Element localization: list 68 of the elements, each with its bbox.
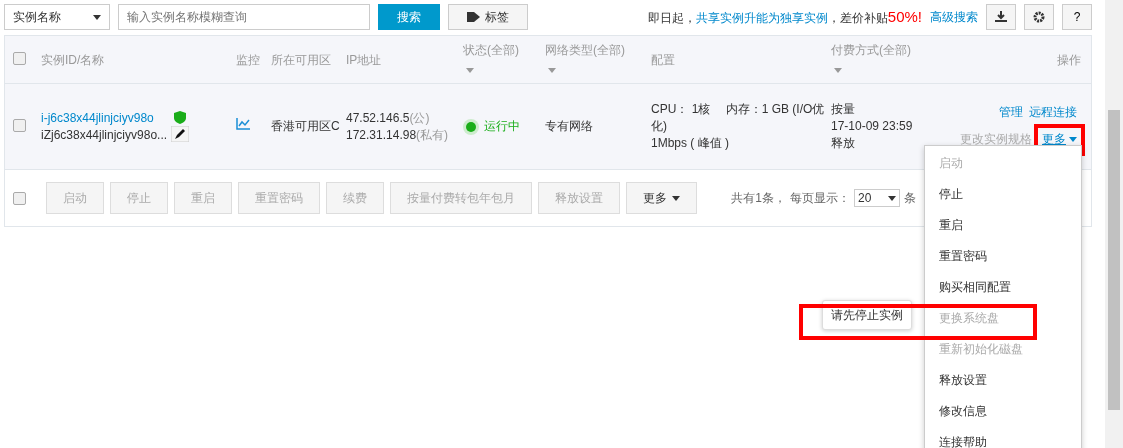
config-text: CPU： 1核 内存：1 GB (I/O优化) <box>651 101 825 135</box>
page-size-select[interactable]: 20 <box>854 189 900 207</box>
private-ip: 172.31.14.98(私有) <box>346 126 450 144</box>
menu-item[interactable]: 更换系统盘 <box>925 303 1081 334</box>
caret-icon <box>672 195 680 201</box>
config-text: 1Mbps ( 峰值 ) <box>651 135 730 152</box>
menu-item[interactable]: 重新初始化磁盘 <box>925 334 1081 365</box>
release-time: 17-10-09 23:59释放 <box>831 118 914 152</box>
batch-action-button[interactable]: 更多 <box>626 182 697 214</box>
column-header: 配置 <box>651 51 676 69</box>
column-header: 所在可用区 <box>271 51 332 69</box>
column-header: IP地址 <box>346 51 383 69</box>
column-header: 实例ID/名称 <box>41 51 106 69</box>
download-icon <box>995 11 1007 23</box>
instance-name: iZj6c38x44jlinjciyv98o... <box>41 126 168 144</box>
help-button[interactable]: ? <box>1062 4 1092 30</box>
menu-item[interactable]: 重启 <box>925 210 1081 241</box>
caret-icon <box>888 195 896 201</box>
public-ip: 47.52.146.5(公) <box>346 109 431 127</box>
batch-action-button[interactable]: 续费 <box>326 182 384 214</box>
row-checkbox[interactable] <box>13 118 26 132</box>
search-button[interactable]: 搜索 <box>378 4 440 30</box>
settings-button[interactable] <box>1024 4 1054 30</box>
menu-item[interactable]: 重置密码 <box>925 241 1081 272</box>
menu-item[interactable]: 启动 <box>925 148 1081 179</box>
status-text: 运行中 <box>484 118 520 135</box>
column-header[interactable]: 付费方式(全部) <box>831 39 925 80</box>
select-all-checkbox[interactable] <box>13 51 26 65</box>
shield-icon <box>174 111 187 124</box>
promo-notice: 即日起，共享实例升能为独享实例，差价补贴50%! <box>647 7 922 27</box>
batch-action-button[interactable]: 按量付费转包年包月 <box>390 182 532 214</box>
page-size-label: 每页显示： <box>790 189 850 207</box>
chart-icon[interactable] <box>236 118 250 130</box>
batch-action-button[interactable]: 重置密码 <box>238 182 320 214</box>
menu-item[interactable]: 购买相同配置 <box>925 272 1081 303</box>
filter-select[interactable]: 实例名称 <box>4 4 110 30</box>
tag-icon <box>467 11 481 23</box>
action-link[interactable]: 远程连接 <box>1029 104 1077 121</box>
column-header: 监控 <box>236 51 261 69</box>
menu-item[interactable]: 连接帮助 <box>925 427 1081 448</box>
menu-item[interactable]: 修改信息 <box>925 396 1081 427</box>
network-cell-text: 专有网络 <box>545 118 594 135</box>
search-field[interactable]: 输入实例名称模糊查询 <box>118 4 370 30</box>
column-header[interactable]: 网络类型(全部) <box>545 39 651 80</box>
edit-icon[interactable] <box>171 126 190 142</box>
action-link[interactable]: 更改实例规格 <box>960 131 1032 148</box>
action-link[interactable]: 管理 <box>999 104 1023 121</box>
column-header[interactable]: 状态(全部) <box>463 39 545 80</box>
menu-item[interactable]: 停止 <box>925 179 1081 210</box>
batch-action-button[interactable]: 重启 <box>174 182 232 214</box>
scrollbar-thumb[interactable] <box>1108 110 1120 410</box>
tag-button[interactable]: 标签 <box>448 4 528 30</box>
payment-type: 按量 <box>831 101 856 118</box>
batch-action-button[interactable]: 停止 <box>110 182 168 214</box>
more-link[interactable]: 更多 <box>1042 132 1077 146</box>
select-all-checkbox[interactable] <box>13 191 26 205</box>
caret-icon <box>93 14 101 20</box>
batch-action-button[interactable]: 释放设置 <box>538 182 620 214</box>
advanced-search-link[interactable]: 高级搜索 <box>930 8 978 26</box>
caret-icon <box>1069 137 1077 143</box>
batch-action-button[interactable]: 启动 <box>46 182 104 214</box>
zone-cell-text: 香港可用区C <box>271 118 341 135</box>
download-button[interactable] <box>986 4 1016 30</box>
column-header: 操作 <box>1056 51 1082 69</box>
page-size-unit: 条 <box>904 189 916 207</box>
instance-id-link[interactable]: i-j6c38x44jlinjciyv98o <box>41 110 154 125</box>
total-count: 共有1条， <box>731 189 786 207</box>
menu-item[interactable]: 释放设置 <box>925 365 1081 396</box>
